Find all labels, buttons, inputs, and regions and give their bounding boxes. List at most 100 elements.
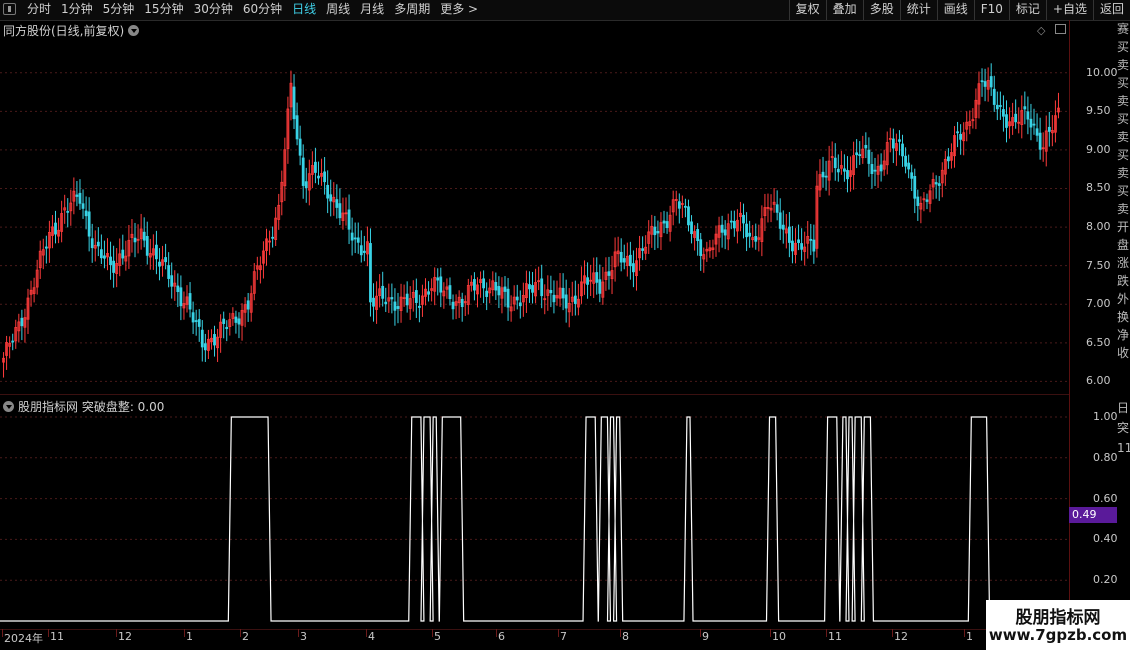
candle-body [515, 296, 519, 301]
candle-body [1047, 126, 1051, 132]
panel-toggle-icon[interactable] [3, 3, 16, 15]
time-tick-label: 12 [894, 630, 908, 643]
candle-body [191, 312, 195, 323]
toolbar-button[interactable]: 叠加 [825, 0, 863, 20]
candle-body [910, 172, 914, 179]
period-tab[interactable]: 15分钟 [139, 0, 188, 20]
candle-body [197, 319, 201, 327]
candle-body [506, 288, 510, 308]
candle-body [20, 317, 24, 327]
toolbar-button[interactable]: 统计 [899, 0, 937, 20]
candle-body [237, 318, 241, 325]
period-tab[interactable]: 更多 > [435, 0, 483, 20]
chevron-down-icon[interactable] [128, 25, 140, 36]
candle-body [494, 281, 498, 291]
candle-body [329, 194, 333, 202]
candle-body [824, 175, 828, 178]
candle-body [729, 220, 733, 223]
time-tick [116, 629, 117, 637]
candle-body [485, 290, 489, 297]
time-tick-label: 5 [434, 630, 441, 643]
time-tick [558, 629, 559, 637]
candle-body [619, 251, 623, 263]
toolbar-button[interactable]: F10 [973, 0, 1009, 20]
candle-body [372, 297, 375, 307]
candle-body [295, 115, 299, 140]
period-tab[interactable]: 分时 [22, 0, 56, 20]
diamond-icon[interactable]: ◇ [1037, 24, 1045, 37]
candle-body [298, 138, 302, 156]
candle-body [11, 340, 15, 343]
restore-window-icon[interactable] [1055, 24, 1066, 34]
candle-body [518, 302, 522, 307]
candle-body [362, 250, 366, 253]
toolbar-button[interactable]: 复权 [788, 0, 826, 20]
price-tick-label: 6.00 [1086, 374, 1111, 388]
period-tab[interactable]: 30分钟 [189, 0, 238, 20]
candle-body [573, 295, 577, 304]
toolbar-button[interactable]: 标记 [1008, 0, 1046, 20]
candle-body [956, 131, 959, 134]
time-tick-label: 11 [828, 630, 842, 643]
candle-body [44, 246, 48, 249]
candle-body [1026, 111, 1030, 120]
time-tick [240, 629, 241, 637]
candle-body [1023, 106, 1027, 110]
candle-body [75, 194, 79, 197]
price-tick-label: 9.00 [1086, 142, 1111, 156]
chevron-down-icon[interactable] [3, 401, 14, 412]
time-tick [48, 629, 49, 637]
candle-body [405, 293, 409, 306]
indicator-tick-label: 1.00 [1093, 410, 1118, 423]
period-tab[interactable]: 日线 [287, 0, 321, 20]
time-tick [964, 629, 965, 637]
candle-body [980, 80, 984, 83]
candle-body [158, 261, 161, 267]
candle-body [1005, 114, 1008, 128]
indicator-chart [0, 416, 1068, 622]
candle-body [87, 211, 91, 237]
toolbar-button[interactable]: +自选 [1045, 0, 1093, 20]
candle-body [350, 232, 354, 241]
toolbar-button[interactable]: 画线 [936, 0, 974, 20]
candle-body [690, 221, 693, 235]
period-tab[interactable]: 周线 [321, 0, 355, 20]
time-tick [496, 629, 497, 637]
candle-body [549, 289, 553, 294]
candle-body [66, 210, 70, 213]
candle-body [855, 152, 859, 156]
toolbar-button[interactable]: 多股 [862, 0, 900, 20]
candle-body [213, 334, 216, 346]
indicator-tick-label: 0.20 [1093, 573, 1118, 587]
candle-body [84, 210, 88, 217]
candle-body [155, 244, 158, 260]
period-tab[interactable]: 多周期 [389, 0, 435, 20]
candle-body [742, 214, 745, 224]
candle-body [916, 196, 920, 206]
candle-body [145, 236, 149, 256]
period-tab[interactable]: 月线 [355, 0, 389, 20]
time-tick [826, 629, 827, 637]
watermark-title: 股朋指标网 [1015, 608, 1101, 628]
period-tab[interactable]: 1分钟 [56, 0, 98, 20]
candle-body [641, 248, 645, 251]
time-tick [620, 629, 621, 637]
candle-body [271, 236, 275, 239]
candle-body [369, 243, 372, 303]
candle-body [381, 285, 385, 299]
period-tab[interactable]: 60分钟 [238, 0, 287, 20]
candle-body [995, 104, 999, 110]
candle-body [384, 301, 388, 305]
toolbar-button[interactable]: 返回 [1092, 0, 1130, 20]
candle-body [800, 243, 804, 250]
candle-body [304, 181, 308, 189]
candle-body [133, 237, 137, 243]
price-chart [0, 63, 1068, 382]
candle-body [833, 157, 837, 169]
time-tick-label: 2 [242, 630, 249, 643]
candle-body [164, 257, 167, 263]
candle-body [684, 205, 687, 208]
candle-body [656, 230, 660, 234]
candle-body [1029, 118, 1033, 128]
period-tab[interactable]: 5分钟 [98, 0, 140, 20]
